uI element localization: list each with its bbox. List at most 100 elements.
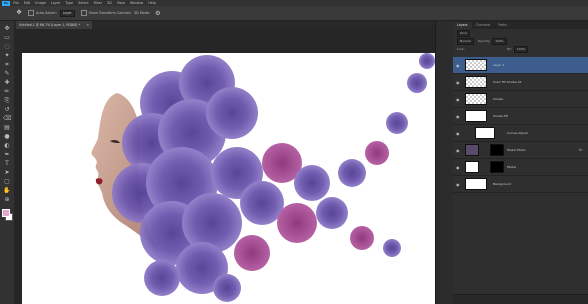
transform-controls-label: Show Transform Controls <box>88 11 131 15</box>
tab-paths[interactable]: Paths <box>494 22 511 29</box>
purple-smoke <box>112 53 435 302</box>
tab-channels[interactable]: Channels <box>472 22 495 29</box>
eye-icon[interactable]: ◉ <box>456 182 460 187</box>
eye-icon[interactable]: ◉ <box>456 131 460 136</box>
layer-thumbnail <box>475 127 495 139</box>
document-canvas[interactable] <box>22 53 435 304</box>
foreground-color-swatch[interactable] <box>2 209 10 217</box>
layer-name: Model Photo <box>507 148 526 152</box>
eye-icon[interactable]: ◉ <box>456 148 460 153</box>
eye-icon[interactable]: ◉ <box>456 80 460 85</box>
layer-thumbnail <box>465 76 487 88</box>
panel-dock-strip <box>435 21 454 304</box>
menu-3d[interactable]: 3D <box>107 1 112 5</box>
layers-panel: Layers Channels Paths Kind Normal Opacit… <box>453 21 588 304</box>
menu-window[interactable]: Window <box>130 1 143 5</box>
transform-controls-checkbox[interactable] <box>80 10 87 16</box>
path-selection-tool-icon[interactable]: ➤ <box>3 169 11 176</box>
panel-tabs: Layers Channels Paths <box>453 21 588 29</box>
layer-row[interactable]: ◉ Smoke <box>453 91 588 108</box>
eye-icon[interactable]: ◉ <box>456 114 460 119</box>
document-tab-title: Untitled-1 @ 66.7% (Layer 1, RGB/8) * <box>19 23 81 27</box>
eraser-tool-icon[interactable]: ⌫ <box>3 115 11 122</box>
auto-select-label: Auto-Select: <box>36 11 57 15</box>
blur-tool-icon[interactable]: ● <box>3 133 11 140</box>
gear-icon[interactable]: ⚙ <box>155 10 160 17</box>
filter-row: Kind <box>453 29 588 37</box>
layer-thumbnail <box>465 110 487 122</box>
layer-row[interactable]: ◉ Background <box>453 176 588 193</box>
lock-row: Lock: Fill: 100% <box>453 45 588 53</box>
menu-edit[interactable]: Edit <box>24 1 31 5</box>
move-tool-icon[interactable]: ✥ <box>3 25 11 32</box>
layer-row[interactable]: ◉ Model <box>453 159 588 176</box>
magic-wand-tool-icon[interactable]: ✦ <box>3 52 11 59</box>
artwork <box>91 53 435 302</box>
zoom-tool-icon[interactable]: ⊕ <box>3 196 11 203</box>
layer-name: Model <box>507 165 517 169</box>
layer-list: ◉ Layer 1 ◉ Color Fill Smoke 01 ◉ Smoke … <box>453 57 588 193</box>
options-bar: ✥ Auto-Select: Layer Show Transform Cont… <box>0 6 588 21</box>
app-logo: Ps <box>2 0 10 6</box>
fill-field[interactable]: 100% <box>513 45 529 53</box>
layer-row[interactable]: ◉ Smoke Fill <box>453 108 588 125</box>
marquee-tool-icon[interactable]: ▭ <box>3 34 11 41</box>
blend-mode-dropdown[interactable]: Normal <box>457 37 474 45</box>
layer-mask-thumbnail <box>490 161 504 173</box>
layers-panel-footer <box>453 294 588 304</box>
rectangle-tool-icon[interactable]: ▢ <box>3 178 11 185</box>
menu-file[interactable]: File <box>13 1 19 5</box>
layer-row[interactable]: ◉ Model Photo fx <box>453 142 588 159</box>
menu-select[interactable]: Select <box>78 1 88 5</box>
document-tab-bar: Untitled-1 @ 66.7% (Layer 1, RGB/8) * × <box>14 21 435 29</box>
eye-icon[interactable]: ◉ <box>456 97 460 102</box>
eye-icon[interactable]: ◉ <box>456 63 460 68</box>
tab-layers[interactable]: Layers <box>453 22 472 29</box>
layer-row[interactable]: ◉ Layer 1 <box>453 57 588 74</box>
mode-3d-label: 3D Mode: <box>133 11 151 15</box>
blend-row: Normal Opacity: 100% <box>453 37 588 45</box>
gradient-tool-icon[interactable]: ▤ <box>3 124 11 131</box>
lock-label: Lock: <box>457 47 465 51</box>
layer-name: Background <box>493 182 511 186</box>
fx-icon[interactable]: fx <box>579 148 582 152</box>
layer-name: Curves Adjust <box>507 131 528 135</box>
layer-filter-dropdown[interactable]: Kind <box>457 29 470 37</box>
history-brush-tool-icon[interactable]: ↺ <box>3 106 11 113</box>
menu-type[interactable]: Type <box>65 1 73 5</box>
lasso-tool-icon[interactable]: ◌ <box>3 43 11 50</box>
layer-name: Smoke <box>493 97 504 101</box>
auto-select-dropdown[interactable]: Layer <box>59 9 75 17</box>
pen-tool-icon[interactable]: ✒ <box>3 151 11 158</box>
move-tool-icon[interactable]: ✥ <box>14 9 24 17</box>
healing-tool-icon[interactable]: ✚ <box>3 79 11 86</box>
layer-row[interactable]: ◉ Curves Adjust <box>453 125 588 142</box>
dodge-tool-icon[interactable]: ◐ <box>3 142 11 149</box>
hand-tool-icon[interactable]: ✋ <box>3 187 11 194</box>
menu-image[interactable]: Image <box>35 1 46 5</box>
layer-thumbnail <box>465 161 479 173</box>
layer-name: Color Fill Smoke 01 <box>493 80 522 84</box>
fill-label: Fill: <box>506 47 512 51</box>
layer-mask-thumbnail <box>490 144 504 156</box>
crop-tool-icon[interactable]: ⌗ <box>3 61 11 68</box>
brush-tool-icon[interactable]: ✏ <box>3 88 11 95</box>
menu-filter[interactable]: Filter <box>94 1 102 5</box>
clone-stamp-tool-icon[interactable]: ⎘ <box>3 97 11 104</box>
layer-name: Smoke Fill <box>493 114 509 118</box>
layer-thumbnail <box>465 93 487 105</box>
layer-thumbnail <box>465 59 487 71</box>
layer-row[interactable]: ◉ Color Fill Smoke 01 <box>453 74 588 91</box>
menu-help[interactable]: Help <box>148 1 156 5</box>
eye-icon[interactable]: ◉ <box>456 165 460 170</box>
close-icon[interactable]: × <box>86 21 89 29</box>
document-tab[interactable]: Untitled-1 @ 66.7% (Layer 1, RGB/8) * × <box>16 21 92 29</box>
eyedropper-tool-icon[interactable]: ✎ <box>3 70 11 77</box>
type-tool-icon[interactable]: T <box>3 160 11 167</box>
menu-layer[interactable]: Layer <box>51 1 60 5</box>
layer-thumbnail <box>465 178 487 190</box>
opacity-field[interactable]: 100% <box>492 37 507 45</box>
menu-view[interactable]: View <box>117 1 125 5</box>
layer-thumbnail <box>465 144 479 156</box>
auto-select-checkbox[interactable] <box>28 10 34 16</box>
